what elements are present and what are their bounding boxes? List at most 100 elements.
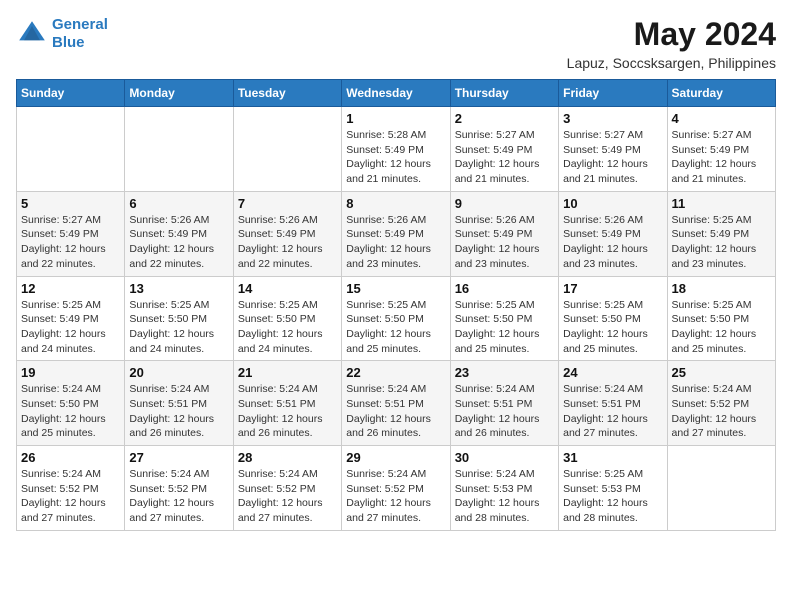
- day-info: Sunrise: 5:25 AM Sunset: 5:50 PM Dayligh…: [672, 298, 771, 357]
- calendar-cell: 14 Sunrise: 5:25 AM Sunset: 5:50 PM Dayli…: [233, 276, 341, 361]
- day-info: Sunrise: 5:24 AM Sunset: 5:52 PM Dayligh…: [129, 467, 228, 526]
- day-number: 25: [672, 365, 771, 380]
- calendar-cell: 19 Sunrise: 5:24 AM Sunset: 5:50 PM Dayli…: [17, 361, 125, 446]
- calendar-day-header: Wednesday: [342, 80, 450, 107]
- day-info: Sunrise: 5:24 AM Sunset: 5:52 PM Dayligh…: [21, 467, 120, 526]
- day-number: 5: [21, 196, 120, 211]
- day-info: Sunrise: 5:27 AM Sunset: 5:49 PM Dayligh…: [455, 128, 554, 187]
- calendar-cell: [667, 446, 775, 531]
- day-info: Sunrise: 5:24 AM Sunset: 5:51 PM Dayligh…: [238, 382, 337, 441]
- day-info: Sunrise: 5:24 AM Sunset: 5:51 PM Dayligh…: [346, 382, 445, 441]
- day-info: Sunrise: 5:25 AM Sunset: 5:50 PM Dayligh…: [238, 298, 337, 357]
- calendar-cell: 26 Sunrise: 5:24 AM Sunset: 5:52 PM Dayli…: [17, 446, 125, 531]
- day-number: 12: [21, 281, 120, 296]
- day-number: 22: [346, 365, 445, 380]
- day-number: 16: [455, 281, 554, 296]
- day-info: Sunrise: 5:24 AM Sunset: 5:51 PM Dayligh…: [455, 382, 554, 441]
- main-title: May 2024: [567, 16, 776, 53]
- day-info: Sunrise: 5:24 AM Sunset: 5:53 PM Dayligh…: [455, 467, 554, 526]
- day-info: Sunrise: 5:25 AM Sunset: 5:49 PM Dayligh…: [672, 213, 771, 272]
- calendar-cell: 9 Sunrise: 5:26 AM Sunset: 5:49 PM Daylig…: [450, 191, 558, 276]
- day-info: Sunrise: 5:27 AM Sunset: 5:49 PM Dayligh…: [563, 128, 662, 187]
- calendar-cell: 29Sunrise: 5:24 AM Sunset: 5:52 PM Dayli…: [342, 446, 450, 531]
- calendar-cell: 16 Sunrise: 5:25 AM Sunset: 5:50 PM Dayli…: [450, 276, 558, 361]
- day-number: 9: [455, 196, 554, 211]
- day-info: Sunrise: 5:25 AM Sunset: 5:50 PM Dayligh…: [346, 298, 445, 357]
- day-info: Sunrise: 5:25 AM Sunset: 5:50 PM Dayligh…: [455, 298, 554, 357]
- page-header: General Blue May 2024 Lapuz, Soccsksarge…: [16, 16, 776, 71]
- calendar-cell: 10Sunrise: 5:26 AM Sunset: 5:49 PM Dayli…: [559, 191, 667, 276]
- day-info: Sunrise: 5:24 AM Sunset: 5:52 PM Dayligh…: [238, 467, 337, 526]
- day-number: 31: [563, 450, 662, 465]
- calendar-cell: 27 Sunrise: 5:24 AM Sunset: 5:52 PM Dayli…: [125, 446, 233, 531]
- calendar-cell: [17, 107, 125, 192]
- day-number: 26: [21, 450, 120, 465]
- day-info: Sunrise: 5:25 AM Sunset: 5:53 PM Dayligh…: [563, 467, 662, 526]
- calendar-cell: 20 Sunrise: 5:24 AM Sunset: 5:51 PM Dayli…: [125, 361, 233, 446]
- calendar-week-row: 12 Sunrise: 5:25 AM Sunset: 5:49 PM Dayli…: [17, 276, 776, 361]
- day-number: 17: [563, 281, 662, 296]
- day-number: 21: [238, 365, 337, 380]
- calendar-cell: 28 Sunrise: 5:24 AM Sunset: 5:52 PM Dayli…: [233, 446, 341, 531]
- calendar-day-header: Sunday: [17, 80, 125, 107]
- calendar-cell: [125, 107, 233, 192]
- day-info: Sunrise: 5:27 AM Sunset: 5:49 PM Dayligh…: [672, 128, 771, 187]
- day-number: 1: [346, 111, 445, 126]
- day-number: 11: [672, 196, 771, 211]
- day-number: 20: [129, 365, 228, 380]
- day-number: 28: [238, 450, 337, 465]
- day-number: 10: [563, 196, 662, 211]
- calendar-cell: 30 Sunrise: 5:24 AM Sunset: 5:53 PM Dayli…: [450, 446, 558, 531]
- calendar-cell: 23Sunrise: 5:24 AM Sunset: 5:51 PM Dayli…: [450, 361, 558, 446]
- calendar-day-header: Tuesday: [233, 80, 341, 107]
- day-info: Sunrise: 5:28 AM Sunset: 5:49 PM Dayligh…: [346, 128, 445, 187]
- calendar-cell: 3Sunrise: 5:27 AM Sunset: 5:49 PM Daylig…: [559, 107, 667, 192]
- calendar-cell: 17 Sunrise: 5:25 AM Sunset: 5:50 PM Dayli…: [559, 276, 667, 361]
- day-info: Sunrise: 5:26 AM Sunset: 5:49 PM Dayligh…: [455, 213, 554, 272]
- calendar-cell: 15 Sunrise: 5:25 AM Sunset: 5:50 PM Dayli…: [342, 276, 450, 361]
- day-number: 19: [21, 365, 120, 380]
- calendar-cell: 25 Sunrise: 5:24 AM Sunset: 5:52 PM Dayli…: [667, 361, 775, 446]
- calendar-cell: 5Sunrise: 5:27 AM Sunset: 5:49 PM Daylig…: [17, 191, 125, 276]
- calendar-cell: 4 Sunrise: 5:27 AM Sunset: 5:49 PM Daylig…: [667, 107, 775, 192]
- day-info: Sunrise: 5:26 AM Sunset: 5:49 PM Dayligh…: [346, 213, 445, 272]
- day-number: 15: [346, 281, 445, 296]
- calendar-day-header: Thursday: [450, 80, 558, 107]
- day-number: 7: [238, 196, 337, 211]
- logo: General Blue: [16, 16, 108, 52]
- calendar-day-header: Monday: [125, 80, 233, 107]
- calendar-cell: 22 Sunrise: 5:24 AM Sunset: 5:51 PM Dayli…: [342, 361, 450, 446]
- calendar-header-row: SundayMondayTuesdayWednesdayThursdayFrid…: [17, 80, 776, 107]
- day-info: Sunrise: 5:26 AM Sunset: 5:49 PM Dayligh…: [129, 213, 228, 272]
- day-number: 2: [455, 111, 554, 126]
- calendar-week-row: 19 Sunrise: 5:24 AM Sunset: 5:50 PM Dayli…: [17, 361, 776, 446]
- calendar-day-header: Friday: [559, 80, 667, 107]
- day-info: Sunrise: 5:24 AM Sunset: 5:51 PM Dayligh…: [129, 382, 228, 441]
- day-number: 14: [238, 281, 337, 296]
- day-number: 13: [129, 281, 228, 296]
- calendar-cell: 13 Sunrise: 5:25 AM Sunset: 5:50 PM Dayli…: [125, 276, 233, 361]
- title-block: May 2024 Lapuz, Soccsksargen, Philippine…: [567, 16, 776, 71]
- calendar-cell: 18Sunrise: 5:25 AM Sunset: 5:50 PM Dayli…: [667, 276, 775, 361]
- day-number: 30: [455, 450, 554, 465]
- calendar-cell: 31 Sunrise: 5:25 AM Sunset: 5:53 PM Dayli…: [559, 446, 667, 531]
- day-info: Sunrise: 5:24 AM Sunset: 5:50 PM Dayligh…: [21, 382, 120, 441]
- day-number: 4: [672, 111, 771, 126]
- calendar-cell: 6Sunrise: 5:26 AM Sunset: 5:49 PM Daylig…: [125, 191, 233, 276]
- day-info: Sunrise: 5:24 AM Sunset: 5:51 PM Dayligh…: [563, 382, 662, 441]
- logo-icon: [16, 18, 48, 50]
- day-info: Sunrise: 5:25 AM Sunset: 5:49 PM Dayligh…: [21, 298, 120, 357]
- calendar-body: 1 Sunrise: 5:28 AM Sunset: 5:49 PM Daylig…: [17, 107, 776, 531]
- day-info: Sunrise: 5:24 AM Sunset: 5:52 PM Dayligh…: [672, 382, 771, 441]
- calendar-week-row: 26 Sunrise: 5:24 AM Sunset: 5:52 PM Dayli…: [17, 446, 776, 531]
- day-info: Sunrise: 5:25 AM Sunset: 5:50 PM Dayligh…: [129, 298, 228, 357]
- day-number: 27: [129, 450, 228, 465]
- day-info: Sunrise: 5:26 AM Sunset: 5:49 PM Dayligh…: [238, 213, 337, 272]
- calendar-cell: 12 Sunrise: 5:25 AM Sunset: 5:49 PM Dayli…: [17, 276, 125, 361]
- calendar-table: SundayMondayTuesdayWednesdayThursdayFrid…: [16, 79, 776, 531]
- day-info: Sunrise: 5:25 AM Sunset: 5:50 PM Dayligh…: [563, 298, 662, 357]
- day-info: Sunrise: 5:24 AM Sunset: 5:52 PM Dayligh…: [346, 467, 445, 526]
- subtitle: Lapuz, Soccsksargen, Philippines: [567, 55, 776, 71]
- calendar-cell: 1 Sunrise: 5:28 AM Sunset: 5:49 PM Daylig…: [342, 107, 450, 192]
- calendar-cell: 8Sunrise: 5:26 AM Sunset: 5:49 PM Daylig…: [342, 191, 450, 276]
